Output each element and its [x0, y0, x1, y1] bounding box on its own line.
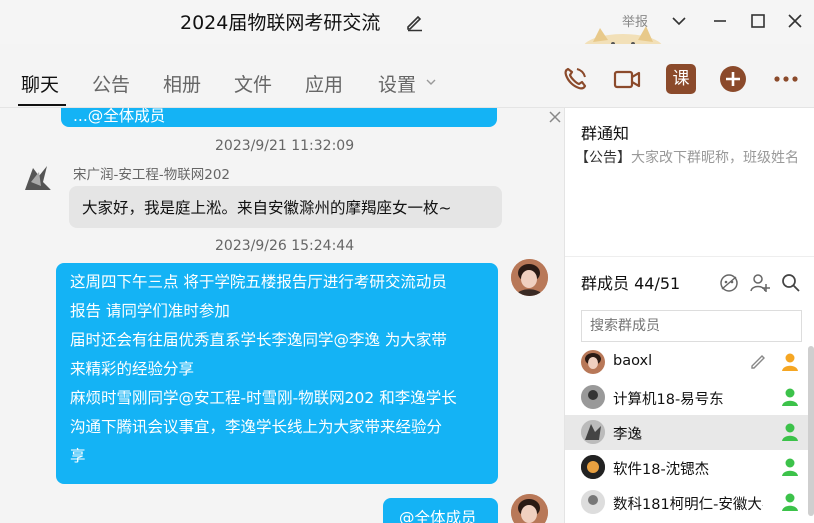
- member-search-input[interactable]: [581, 310, 802, 342]
- member-row[interactable]: 软件18-沈锶杰: [565, 450, 809, 485]
- member-name: 李逸: [613, 427, 642, 443]
- window-title: 2024届物联网考研交流: [180, 12, 381, 34]
- avatar[interactable]: [511, 259, 548, 296]
- video-call-icon[interactable]: [612, 64, 642, 94]
- message-bubble: ...@全体成员: [61, 108, 497, 127]
- group-notice-title[interactable]: 群通知: [581, 120, 629, 144]
- avatar[interactable]: [511, 494, 548, 523]
- message-line: 享: [70, 447, 86, 465]
- tab-announcement[interactable]: 公告: [92, 70, 130, 97]
- group-side-panel: 群通知 【公告】大家改下群昵称，班级姓名 群成员 44/51 baoxl: [564, 108, 814, 523]
- message-line: 这周四下午三点 将于学院五楼报告厅进行考研交流动员: [70, 273, 447, 291]
- message-bubble: @全体成员: [383, 498, 498, 523]
- member-row[interactable]: 数科181柯明仁-安徽大学: [565, 485, 809, 520]
- message-text: ...@全体成员: [73, 108, 166, 125]
- tab-files[interactable]: 文件: [234, 70, 272, 97]
- member-tag-icon[interactable]: [718, 272, 740, 294]
- minimize-icon[interactable]: [709, 10, 731, 32]
- member-row[interactable]: baoxl: [565, 345, 809, 380]
- chevron-down-icon[interactable]: [425, 76, 437, 88]
- avatar: [581, 350, 605, 374]
- tab-album[interactable]: 相册: [163, 70, 201, 97]
- member-row[interactable]: 计算机18-易号东: [565, 380, 809, 415]
- collapse-icon[interactable]: [548, 110, 562, 124]
- member-icon: [782, 423, 798, 441]
- avatar[interactable]: [19, 160, 55, 196]
- course-button[interactable]: 课: [666, 64, 696, 94]
- member-name: 数科181柯明仁-安徽大学: [613, 497, 763, 513]
- search-icon[interactable]: [780, 272, 802, 294]
- add-member-icon[interactable]: [749, 272, 771, 294]
- message-timestamp: 2023/9/21 11:32:09: [215, 138, 355, 154]
- member-row[interactable]: 李逸: [565, 415, 809, 450]
- active-tab-indicator: [18, 104, 66, 106]
- add-icon[interactable]: [718, 64, 748, 94]
- avatar-image-icon: [511, 259, 548, 296]
- message-line: 沟通下腾讯会议事宜，李逸学长线上为大家带来经验分: [70, 418, 443, 436]
- group-owner-icon: [782, 353, 798, 371]
- message-text: @全体成员: [399, 509, 477, 523]
- tab-apps[interactable]: 应用: [305, 70, 343, 97]
- tab-bar: 聊天 公告 相册 文件 应用 设置 课: [0, 44, 814, 108]
- avatar-image-icon: [581, 490, 605, 514]
- avatar-image-icon: [585, 353, 601, 369]
- phone-icon[interactable]: [560, 64, 590, 94]
- avatar-image-icon: [511, 494, 548, 523]
- avatar: [581, 490, 605, 514]
- member-name: 软件18-沈锶杰: [613, 462, 710, 478]
- members-count-title: 群成员 44/51: [581, 274, 681, 293]
- avatar: [581, 420, 605, 444]
- avatar: [581, 455, 605, 479]
- member-icon: [782, 493, 798, 511]
- member-icon: [782, 458, 798, 476]
- avatar-image-icon: [581, 385, 605, 409]
- message-line: 来精彩的经验分享: [70, 360, 195, 378]
- avatar: [581, 385, 605, 409]
- member-name: 计算机18-易号东: [613, 392, 724, 408]
- tab-settings[interactable]: 设置: [378, 70, 416, 97]
- report-button[interactable]: 举报: [622, 11, 648, 30]
- avatar-image-icon: [25, 166, 51, 190]
- chevron-down-icon[interactable]: [668, 10, 690, 32]
- message-line: 届时还会有往届优秀直系学长李逸同学@李逸 为大家带: [70, 331, 447, 349]
- notice-tag: 【公告】: [575, 150, 631, 166]
- chat-area[interactable]: ...@全体成员 2023/9/21 11:32:09 宋广润-安工程-物联网2…: [0, 108, 564, 523]
- member-list-scrollbar[interactable]: [808, 346, 814, 516]
- more-icon[interactable]: [771, 64, 801, 94]
- edit-icon[interactable]: [749, 351, 769, 371]
- message-bubble: 这周四下午三点 将于学院五楼报告厅进行考研交流动员 报告 请同学们准时参加 届时…: [56, 263, 498, 484]
- tab-chat[interactable]: 聊天: [21, 70, 59, 97]
- message-timestamp: 2023/9/26 15:24:44: [215, 238, 355, 254]
- edit-title-icon[interactable]: [405, 12, 425, 32]
- close-icon[interactable]: [784, 10, 806, 32]
- notice-text: 大家改下群昵称，班级姓名: [631, 150, 799, 166]
- group-notice-body[interactable]: 【公告】大家改下群昵称，班级姓名: [575, 145, 801, 171]
- message-line: 麻烦时雪刚同学@安工程-时雪刚-物联网202 和李逸学长: [70, 389, 457, 407]
- avatar-image-icon: [581, 455, 605, 479]
- message-bubble: 大家好，我是庭上淞。来自安徽滁州的摩羯座女一枚~: [69, 186, 502, 228]
- message-text: 大家好，我是庭上淞。来自安徽滁州的摩羯座女一枚~: [82, 199, 452, 217]
- message-line: 报告 请同学们准时参加: [70, 302, 230, 320]
- maximize-icon[interactable]: [747, 10, 769, 32]
- divider: [565, 256, 814, 257]
- title-bar: 2024届物联网考研交流 举报: [0, 0, 814, 52]
- member-name: baoxl: [613, 353, 653, 369]
- avatar-image-icon: [581, 420, 605, 444]
- sender-name[interactable]: 宋广润-安工程-物联网202: [73, 163, 230, 183]
- member-icon: [782, 388, 798, 406]
